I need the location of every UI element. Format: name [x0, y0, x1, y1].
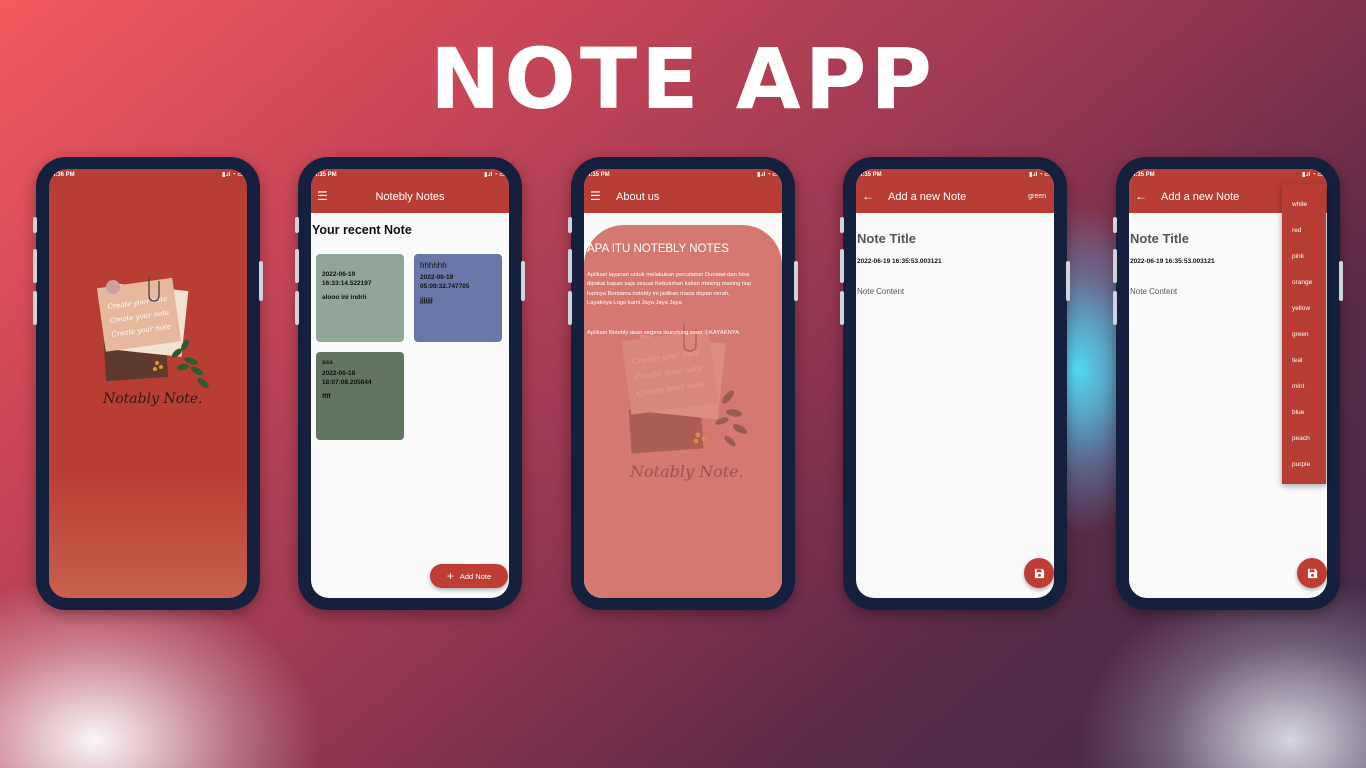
app-title: Add a new Note [1161, 191, 1240, 203]
note-card[interactable]: 2022-06-19 16:33:14.522197 alooo ini ind… [316, 254, 404, 342]
hamburger-icon[interactable]: ☰ [590, 189, 601, 203]
app-bar: ← Add a new Note green [856, 183, 1054, 213]
note-title: sss [322, 359, 333, 366]
add-note-button[interactable]: + Add Note [430, 564, 508, 588]
back-arrow-icon[interactable]: ← [1135, 189, 1147, 203]
about-heading: APA ITU NOTEBLY NOTES [587, 243, 729, 255]
signal-wifi-battery-icon: ▮.ıl ◔ ▭ [1302, 172, 1323, 178]
color-option-pink[interactable]: pink [1282, 244, 1326, 270]
app-title: Notebly Notes [375, 191, 445, 203]
note-date: 2022-06-19 16:33:14.522197 [322, 271, 372, 288]
save-button[interactable] [1297, 558, 1327, 588]
note-content: ffff [322, 393, 331, 401]
about-us-screen: 4:35 PM ▮.ıl ◔ ▭ ☰ About us Create your … [584, 169, 782, 598]
signal-wifi-battery-icon: ▮.ıl ◔ ▭ [1029, 172, 1050, 178]
save-button[interactable] [1024, 558, 1054, 588]
color-option-orange[interactable]: orange [1282, 270, 1326, 296]
note-timestamp: 2022-06-19 16:35:53.003121 [857, 258, 942, 265]
about-paragraph-2: Aplikasi Notebly akan segera launching s… [587, 330, 740, 336]
splash-screen: 4:36 PM ▮.ıl ◔ ▭ Create your note Create… [49, 169, 247, 598]
color-selector[interactable]: green [1028, 193, 1046, 200]
app-title: Add a new Note [888, 191, 967, 203]
color-option-red[interactable]: red [1282, 218, 1326, 244]
status-bar: 4:36 PM ▮.ıl ◔ ▭ [49, 169, 247, 183]
phone-about-us: 4:35 PM ▮.ıl ◔ ▭ ☰ About us Create your … [568, 157, 798, 610]
note-card[interactable]: sss 2022-06-18 18:07:08.205844 ffff [316, 352, 404, 440]
note-title-input[interactable]: Note Title [1130, 231, 1189, 246]
logo-text: Notably Note. [102, 391, 203, 407]
plus-icon: + [446, 569, 454, 583]
note-content-input[interactable]: Note Content [1130, 287, 1177, 296]
about-panel: Create your note Create your note Create… [584, 225, 782, 598]
color-option-mint[interactable]: mint [1282, 374, 1326, 400]
note-content-input[interactable]: Note Content [857, 287, 904, 296]
phone-add-note: 4:35 PM ▮.ıl ◔ ▭ ← Add a new Note green … [840, 157, 1070, 610]
app-bar: ☰ Notebly Notes [311, 183, 509, 213]
color-dropdown-menu: white red pink orange yellow green teal … [1282, 184, 1326, 484]
status-time: 4:35 PM [314, 172, 337, 178]
about-paragraph-1: Aplikasi layanan untuk melakukan percata… [587, 272, 752, 306]
color-option-purple[interactable]: purple [1282, 452, 1326, 478]
note-content: alooo ini indrii [322, 294, 367, 302]
note-content: jjjjjjj [420, 297, 433, 305]
app-bar: ☰ About us [584, 183, 782, 213]
back-arrow-icon[interactable]: ← [862, 189, 874, 203]
add-note-screen: 4:35 PM ▮.ıl ◔ ▭ ← Add a new Note green … [856, 169, 1054, 598]
app-title: About us [616, 191, 660, 203]
status-time: 4:35 PM [1132, 172, 1155, 178]
signal-wifi-battery-icon: ▮.ıl ◔ ▭ [757, 172, 778, 178]
note-title: hhhhhh [420, 261, 447, 270]
note-timestamp: 2022-06-19 16:35:53.003121 [1130, 258, 1215, 265]
status-time: 4:36 PM [52, 172, 75, 178]
logo-text: Notably Note. [629, 462, 744, 481]
save-icon [1307, 568, 1317, 578]
status-bar: 4:35 PM ▮.ıl ◔ ▭ [1129, 169, 1327, 183]
note-card[interactable]: hhhhhh 2022-06-19 05:09:32.747705 jjjjjj… [414, 254, 502, 342]
color-option-blue[interactable]: blue [1282, 400, 1326, 426]
section-heading: Your recent Note [312, 223, 412, 237]
status-time: 4:35 PM [859, 172, 882, 178]
add-note-label: Add Note [459, 571, 492, 581]
note-date: 2022-06-18 18:07:08.205844 [322, 370, 372, 387]
color-option-white[interactable]: white [1282, 192, 1326, 218]
status-time: 4:35 PM [587, 172, 610, 178]
phone-add-note-color-menu: 4:35 PM ▮.ıl ◔ ▭ ← Add a new Note Note T… [1113, 157, 1343, 610]
status-bar: 4:35 PM ▮.ıl ◔ ▭ [311, 169, 509, 183]
notably-note-logo: Create your note Create your note Create… [97, 277, 209, 407]
save-icon [1034, 568, 1044, 578]
page-headline: NOTE APP [430, 30, 936, 128]
notes-list-screen: 4:35 PM ▮.ıl ◔ ▭ ☰ Notebly Notes Your re… [311, 169, 509, 598]
signal-wifi-battery-icon: ▮.ıl ◔ ▭ [222, 172, 243, 178]
signal-wifi-battery-icon: ▮.ıl ◔ ▭ [484, 172, 505, 178]
phone-splash: 4:36 PM ▮.ıl ◔ ▭ Create your note Create… [33, 157, 263, 610]
notably-note-logo: Create your note Create your note Create… [621, 323, 748, 481]
color-option-yellow[interactable]: yellow [1282, 296, 1326, 322]
note-title-input[interactable]: Note Title [857, 231, 916, 246]
color-option-teal[interactable]: teal [1282, 348, 1326, 374]
status-bar: 4:35 PM ▮.ıl ◔ ▭ [856, 169, 1054, 183]
color-option-green[interactable]: green [1282, 322, 1326, 348]
note-date: 2022-06-19 05:09:32.747705 [420, 274, 470, 291]
color-option-peach[interactable]: peach [1282, 426, 1326, 452]
phone-notes-list: 4:35 PM ▮.ıl ◔ ▭ ☰ Notebly Notes Your re… [295, 157, 525, 610]
status-bar: 4:35 PM ▮.ıl ◔ ▭ [584, 169, 782, 183]
